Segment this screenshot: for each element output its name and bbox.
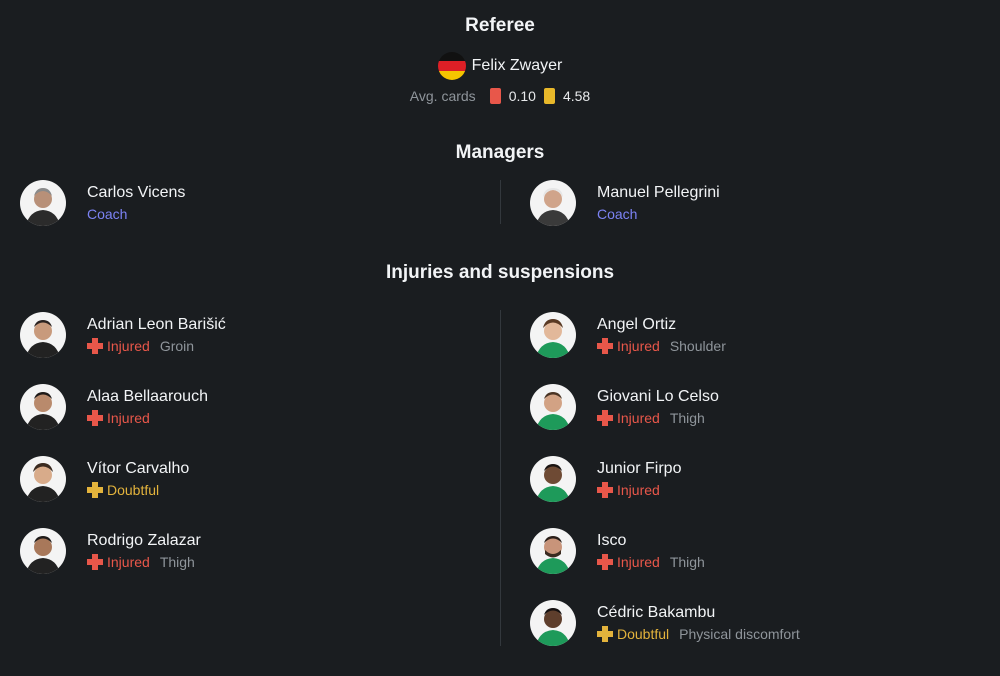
player-name: Junior Firpo [597, 460, 682, 477]
status-label: Injured [617, 482, 660, 498]
avatar [20, 312, 66, 358]
status-label: Doubtful [617, 626, 670, 642]
status-label: Injured [107, 338, 150, 354]
status-label: Injured [107, 410, 150, 426]
player-name: Isco [597, 532, 627, 549]
managers-title: Managers [455, 142, 545, 163]
avatar [20, 528, 66, 574]
player-row[interactable]: Junior Firpo Injured [530, 456, 681, 502]
avatar [530, 312, 576, 358]
injury-reason: Thigh [159, 554, 195, 570]
referee-avg-cards: Avg. cards 0.10 4.58 [0, 88, 1000, 104]
player-name: Cédric Bakambu [597, 604, 716, 621]
yellow-cards-value: 4.58 [562, 88, 591, 104]
status-line: Injured Groin [87, 338, 226, 354]
status-line: Injured Thigh [597, 410, 719, 426]
injury-reason: Thigh [669, 410, 705, 426]
status-label: Injured [617, 554, 660, 570]
avatar [530, 384, 576, 430]
player-name: Rodrigo Zalazar [87, 532, 201, 549]
yellow-card-icon [543, 88, 555, 104]
managers-divider [500, 180, 501, 224]
player-row[interactable]: Isco Injured Thigh [530, 528, 705, 574]
player-name: Giovani Lo Celso [597, 388, 719, 405]
manager-name: Carlos Vicens [87, 184, 186, 201]
avatar [20, 456, 66, 502]
avg-cards-label: Avg. cards [409, 88, 476, 104]
status-label: Injured [617, 338, 660, 354]
status-label: Injured [617, 410, 660, 426]
player-name: Vítor Carvalho [87, 460, 190, 477]
player-row[interactable]: Rodrigo Zalazar Injured Thigh [20, 528, 201, 574]
red-cards-value: 0.10 [508, 88, 536, 104]
avatar [530, 600, 576, 646]
injured-cross-icon [597, 482, 613, 498]
injuries-divider [500, 310, 501, 646]
avatar [530, 528, 576, 574]
avatar [20, 180, 66, 226]
avatar [20, 384, 66, 430]
injury-reason: Physical discomfort [679, 626, 800, 642]
manager-role: Coach [87, 206, 128, 222]
red-card-icon [489, 88, 501, 104]
referee-title: Referee [465, 15, 535, 36]
status-label: Injured [107, 554, 150, 570]
status-label: Doubtful [107, 482, 160, 498]
referee-name[interactable]: Felix Zwayer [472, 57, 563, 75]
injured-cross-icon [87, 554, 103, 570]
doubtful-cross-icon [87, 482, 103, 498]
manager-away[interactable]: Manuel Pellegrini Coach [530, 180, 720, 226]
doubtful-cross-icon [597, 626, 613, 642]
player-row[interactable]: Giovani Lo Celso Injured Thigh [530, 384, 719, 430]
status-line: Doubtful [87, 482, 189, 498]
status-line: Doubtful Physical discomfort [597, 626, 800, 642]
player-row[interactable]: Cédric Bakambu Doubtful Physical discomf… [530, 600, 800, 646]
player-row[interactable]: Vítor Carvalho Doubtful [20, 456, 189, 502]
status-line: Injured [87, 410, 208, 426]
referee-row: Felix Zwayer [0, 52, 1000, 80]
manager-role: Coach [597, 206, 638, 222]
manager-home[interactable]: Carlos Vicens Coach [20, 180, 185, 226]
status-line: Injured Thigh [597, 554, 705, 570]
player-row[interactable]: Adrian Leon Barišić Injured Groin [20, 312, 226, 358]
match-info-panel: Referee Felix Zwayer Avg. cards 0.10 4.5… [0, 0, 1000, 676]
germany-flag-icon [437, 52, 466, 80]
avatar [530, 456, 576, 502]
injured-cross-icon [87, 338, 103, 354]
player-name: Angel Ortiz [597, 316, 677, 333]
injured-cross-icon [597, 338, 613, 354]
injured-cross-icon [87, 410, 103, 426]
player-row[interactable]: Alaa Bellaarouch Injured [20, 384, 208, 430]
player-name: Alaa Bellaarouch [87, 388, 208, 405]
injuries-title: Injuries and suspensions [385, 262, 615, 283]
status-line: Injured Shoulder [597, 338, 726, 354]
player-row[interactable]: Angel Ortiz Injured Shoulder [530, 312, 726, 358]
status-line: Injured [597, 482, 681, 498]
avatar [530, 180, 576, 226]
player-name: Adrian Leon Barišić [87, 316, 226, 333]
injury-reason: Groin [159, 338, 195, 354]
injury-reason: Thigh [669, 554, 705, 570]
injury-reason: Shoulder [669, 338, 726, 354]
status-line: Injured Thigh [87, 554, 201, 570]
manager-name: Manuel Pellegrini [597, 184, 720, 201]
injured-cross-icon [597, 410, 613, 426]
injured-cross-icon [597, 554, 613, 570]
